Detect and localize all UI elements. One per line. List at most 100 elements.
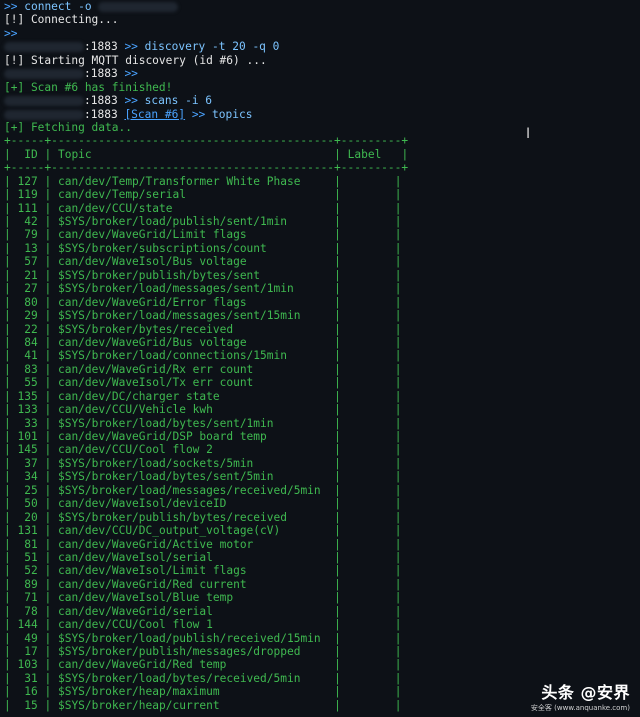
- pipe: |: [334, 604, 341, 618]
- row-id: 27: [24, 282, 38, 296]
- terminal[interactable]: >> connect -o [!] Connecting... >> :1883…: [4, 0, 636, 712]
- pipe: |: [401, 147, 409, 161]
- pipe: |: [334, 564, 341, 578]
- row-topic: $SYS/broker/publish/bytes/received: [57, 510, 287, 524]
- row-id: 89: [24, 577, 38, 591]
- row-id: 145: [17, 443, 38, 457]
- prompt: >>: [4, 26, 18, 40]
- prompt: >>: [4, 0, 18, 13]
- pipe: |: [44, 147, 52, 161]
- row-topic: can/dev/CCU/Vehicle kwh: [57, 403, 213, 417]
- pipe: |: [44, 215, 52, 228]
- table-row: | 29 | $SYS/broker/load/messages/sent/15…: [4, 309, 636, 322]
- table-row: | 145 | can/dev/CCU/Cool flow 2 | |: [4, 443, 636, 456]
- pipe: |: [334, 658, 341, 672]
- row-id: 41: [24, 349, 38, 363]
- row-label: [341, 430, 395, 443]
- status-connecting: [!] Connecting...: [4, 13, 119, 27]
- row-id: 17: [24, 645, 38, 658]
- pipe: |: [334, 416, 341, 430]
- row-topic: can/dev/CCU/Cool flow 2: [57, 443, 213, 457]
- pipe: |: [394, 524, 402, 538]
- pipe: |: [44, 631, 52, 645]
- pipe: |: [4, 322, 11, 336]
- table-row: | 20 | $SYS/broker/publish/bytes/receive…: [4, 511, 636, 524]
- pipe: |: [4, 201, 11, 215]
- pipe: |: [334, 443, 341, 457]
- pipe: |: [394, 335, 402, 349]
- pipe: |: [394, 295, 402, 309]
- row-topic: can/dev/WaveIsol/deviceID: [57, 497, 227, 511]
- row-label: [341, 538, 395, 551]
- table-row: | 13 | $SYS/broker/subscriptions/count |…: [4, 242, 636, 255]
- pipe: |: [44, 403, 52, 417]
- pipe: |: [394, 174, 402, 188]
- row-topic: can/dev/CCU/DC_output_voltage(cV): [57, 524, 281, 538]
- pipe: |: [4, 282, 11, 296]
- row-label: [341, 470, 395, 483]
- pipe: |: [44, 604, 52, 618]
- pipe: |: [44, 228, 52, 242]
- table-row: | 41 | $SYS/broker/load/connections/15mi…: [4, 349, 636, 362]
- pipe: |: [44, 309, 52, 323]
- port-text: :1883: [84, 40, 118, 54]
- row-id: 20: [24, 510, 38, 524]
- pipe: |: [4, 174, 11, 188]
- pipe: |: [44, 174, 52, 188]
- row-label: [341, 296, 395, 309]
- pipe: |: [4, 456, 11, 470]
- table-body: | 127 | can/dev/Temp/Transformer White P…: [4, 175, 636, 713]
- row-topic: can/dev/CCU/state: [57, 201, 173, 215]
- row-label: [341, 605, 395, 618]
- table-row: | 34 | $SYS/broker/load/bytes/sent/5min …: [4, 470, 636, 483]
- pipe: |: [334, 309, 341, 323]
- command-text: topics: [212, 107, 253, 121]
- row-label: [341, 511, 395, 524]
- row-topic: $SYS/broker/bytes/received: [57, 322, 234, 336]
- row-id: 84: [24, 335, 38, 349]
- row-label: [341, 242, 395, 255]
- row-topic: $SYS/broker/publish/messages/dropped: [57, 645, 301, 658]
- pipe: |: [334, 188, 341, 202]
- row-id: 29: [24, 309, 38, 323]
- row-label: [341, 403, 395, 416]
- pipe: |: [4, 510, 11, 524]
- pipe: |: [44, 416, 52, 430]
- prompt: >>: [124, 67, 138, 81]
- pipe: |: [334, 698, 341, 712]
- terminal-line-prompt: >>: [4, 27, 636, 40]
- row-topic: can/dev/WaveGrid/Red temp: [57, 658, 227, 672]
- row-label: [341, 497, 395, 510]
- pipe: |: [4, 255, 11, 269]
- redacted-host: [98, 2, 179, 12]
- pipe: |: [44, 349, 52, 363]
- pipe: |: [44, 698, 52, 712]
- row-label: [341, 376, 395, 389]
- row-topic: $SYS/broker/load/bytes/sent/1min: [57, 416, 274, 430]
- scan-tag-link[interactable]: [Scan #6]: [124, 108, 185, 121]
- row-topic: $SYS/broker/load/messages/sent/15min: [57, 309, 301, 323]
- command-text: connect -o: [24, 0, 99, 13]
- pipe: |: [394, 550, 402, 564]
- pipe: |: [4, 443, 11, 457]
- pipe: |: [44, 443, 52, 457]
- row-id: 33: [24, 416, 38, 430]
- row-id: 52: [24, 564, 38, 578]
- pipe: |: [44, 550, 52, 564]
- table-row: | 79 | can/dev/WaveGrid/Limit flags | |: [4, 228, 636, 241]
- row-topic: can/dev/CCU/Cool flow 1: [57, 618, 213, 632]
- header-topic: Topic: [57, 147, 92, 161]
- row-topic: can/dev/WaveIsol/Blue temp: [57, 591, 234, 605]
- pipe: |: [44, 335, 52, 349]
- pipe: |: [334, 645, 341, 658]
- text-cursor-icon: I: [526, 126, 531, 142]
- pipe: |: [394, 671, 402, 685]
- row-label: [341, 323, 395, 336]
- row-topic: $SYS/broker/load/bytes/sent/5min: [57, 470, 274, 484]
- row-id: 51: [24, 550, 38, 564]
- row-label: [341, 672, 395, 685]
- pipe: |: [4, 416, 11, 430]
- pipe: |: [334, 403, 341, 417]
- row-topic: $SYS/broker/heap/maximum: [57, 685, 220, 699]
- pipe: |: [394, 282, 402, 296]
